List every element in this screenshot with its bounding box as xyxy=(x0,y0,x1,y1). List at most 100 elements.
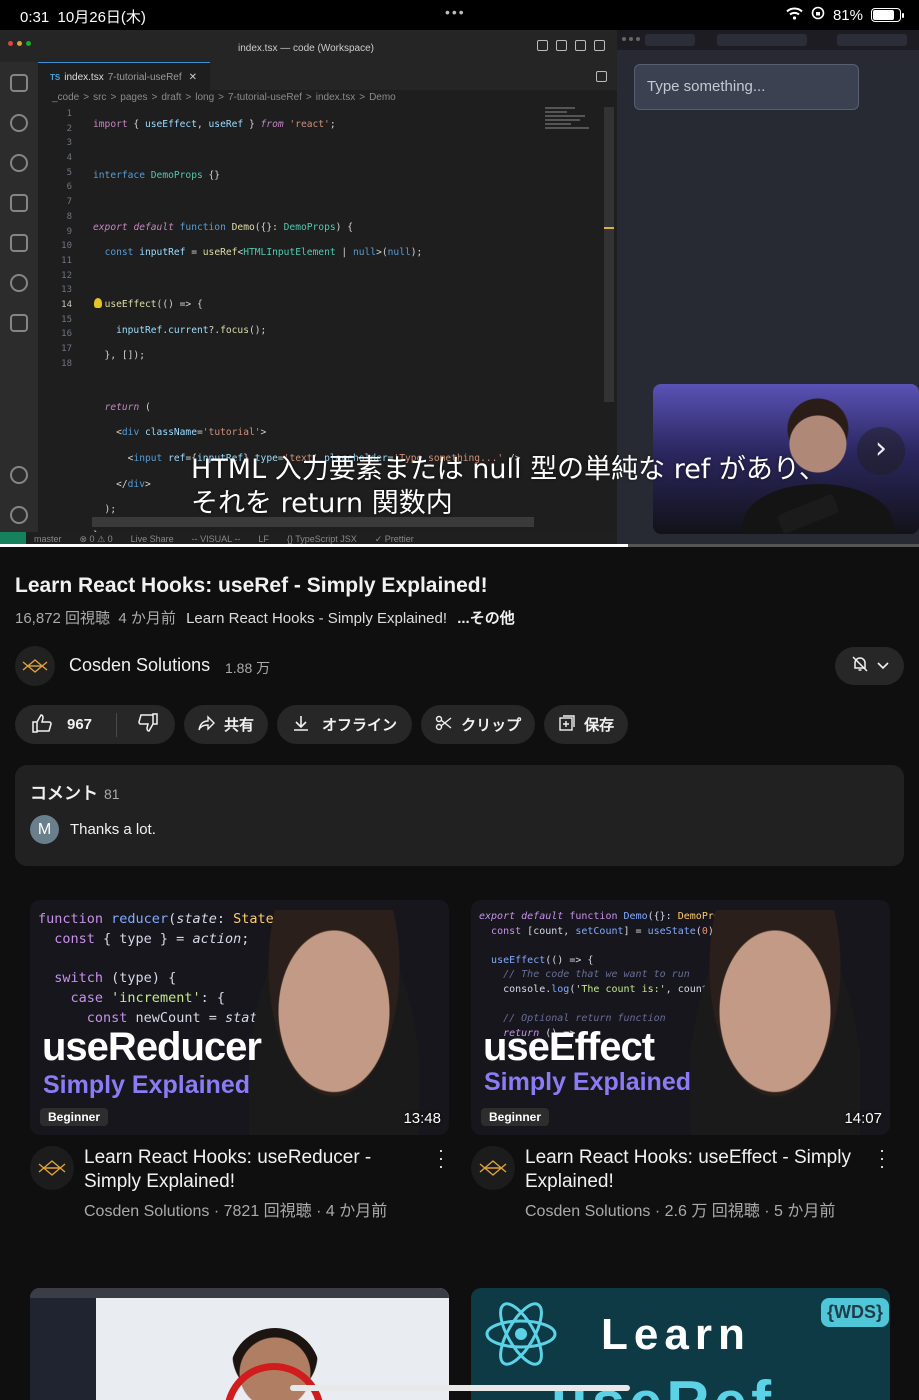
thumbnail-title: Learn xyxy=(601,1310,751,1359)
clip-button[interactable]: クリップ xyxy=(421,705,536,744)
vscode-status-item: master xyxy=(34,534,62,544)
breadcrumb-item[interactable]: pages xyxy=(120,92,147,103)
vscode-status-item: Live Share xyxy=(130,534,174,544)
line-number: 7 xyxy=(66,197,72,208)
more-link[interactable]: ...その他 xyxy=(457,610,515,627)
subscribed-notifications-button[interactable] xyxy=(835,647,904,685)
status-right: 81% xyxy=(786,6,904,24)
thumbnail-subtitle: Simply Explained xyxy=(43,1071,251,1099)
video-meta[interactable]: 16,872 回視聴 4 か月前 Learn React Hooks - Sim… xyxy=(15,607,515,628)
breadcrumb-item[interactable]: draft xyxy=(161,92,181,103)
share-icon xyxy=(198,714,216,735)
line-number: 15 xyxy=(61,314,72,325)
video-duration: 14:07 xyxy=(844,1110,882,1127)
video-subtitles: HTML 入力要素または null 型の単純な ref があり、 それを ret… xyxy=(191,454,826,519)
line-number: 6 xyxy=(66,182,72,193)
line-number: 10 xyxy=(61,241,72,252)
git-graph-icon xyxy=(10,274,28,292)
line-number: 14 xyxy=(61,299,72,310)
wifi-icon xyxy=(786,7,803,24)
share-button[interactable]: 共有 xyxy=(184,705,269,744)
line-number: 11 xyxy=(61,255,72,266)
recommended-meta: Cosden Solutions · 2.6 万 回視聴 · 5 か月前 xyxy=(525,1203,836,1220)
editor-scrollbar xyxy=(604,107,614,402)
layout-icons xyxy=(537,40,605,51)
breadcrumb-item[interactable]: long xyxy=(195,92,214,103)
line-number: 5 xyxy=(66,167,72,178)
source-control-icon xyxy=(10,154,28,172)
video-player[interactable]: index.tsx — code (Workspace) TS index.tsx… xyxy=(0,30,919,546)
channel-avatar[interactable] xyxy=(15,646,55,686)
top-comment: Thanks a lot. xyxy=(70,821,156,838)
debug-icon xyxy=(10,194,28,212)
more-options-icon[interactable]: · · · xyxy=(438,1141,444,1175)
line-number: 16 xyxy=(61,329,72,340)
breadcrumb-item[interactable]: index.tsx xyxy=(316,92,355,103)
breadcrumb-item[interactable]: Demo xyxy=(369,92,396,103)
thumbnail-subtitle: useRef xyxy=(551,1368,775,1400)
presenter-face xyxy=(690,910,860,1135)
comments-panel[interactable]: コメント 81 M Thanks a lot. xyxy=(15,765,904,866)
video-thumbnail[interactable]: export default function Demo({}: DemoPro… xyxy=(471,900,890,1135)
vscode-status-item: -- VISUAL -- xyxy=(191,534,241,544)
vscode-activity-bar xyxy=(0,62,38,532)
multitasking-dots[interactable]: ••• xyxy=(445,4,466,20)
commenter-avatar: M xyxy=(30,815,59,844)
offline-label: オフライン xyxy=(322,717,398,734)
more-options-icon[interactable]: · · · xyxy=(879,1141,885,1175)
vscode-status-item: ⊗ 0 ⚠ 0 xyxy=(79,533,113,544)
line-number: 18 xyxy=(61,358,72,369)
video-thumbnail[interactable] xyxy=(30,1288,449,1400)
save-label: 保存 xyxy=(584,717,615,734)
next-video-button[interactable]: › xyxy=(857,427,905,475)
download-offline-button[interactable]: オフライン xyxy=(277,705,413,744)
line-number: 1 xyxy=(66,109,72,119)
thumbs-down-icon[interactable] xyxy=(137,712,159,737)
breadcrumb-item[interactable]: _code xyxy=(52,92,79,103)
presenter-face xyxy=(249,910,419,1135)
progress-played xyxy=(0,544,628,547)
view-count: 16,872 回視聴 xyxy=(15,610,111,627)
video-thumbnail[interactable]: Learn {WDS} useRef xyxy=(471,1288,890,1400)
vscode-status-item: LF xyxy=(258,534,269,544)
video-progress-bar[interactable] xyxy=(0,544,919,547)
home-indicator[interactable] xyxy=(290,1385,630,1391)
browser-address-bar xyxy=(717,34,807,46)
save-button[interactable]: 保存 xyxy=(544,705,629,744)
level-badge: Beginner xyxy=(481,1108,550,1126)
browser-tab xyxy=(837,34,907,46)
line-number: 17 xyxy=(61,344,72,354)
ios-status-bar: 0:31 10月26日(木) ••• 81% xyxy=(0,0,919,30)
description-snippet: Learn React Hooks - Simply Explained! xyxy=(186,610,448,627)
line-number: 4 xyxy=(66,153,72,164)
recommended-title[interactable]: Learn React Hooks: useReducer - Simply E… xyxy=(84,1146,414,1194)
thumbnail-sidebar xyxy=(30,1288,96,1400)
video-title: Learn React Hooks: useRef - Simply Expla… xyxy=(15,574,488,597)
clip-label: クリップ xyxy=(461,717,522,734)
upload-age: 4 か月前 xyxy=(118,610,176,627)
recommended-title[interactable]: Learn React Hooks: useEffect - Simply Ex… xyxy=(525,1146,855,1194)
line-numbers: 1 2 3 4 5 6 7 8 9 10 11 12 13 14 15 16 17 18 xyxy=(38,107,76,371)
tab-index-tsx: TS index.tsx 7-tutorial-useRef ✕ xyxy=(38,62,210,90)
account-icon xyxy=(10,466,28,484)
line-number: 12 xyxy=(61,270,72,281)
breadcrumb-item[interactable]: 7-tutorial-useRef xyxy=(228,92,302,103)
scissors-icon xyxy=(435,714,453,736)
like-count[interactable]: 967 xyxy=(67,716,92,733)
rotation-lock-icon xyxy=(811,6,825,24)
channel-avatar[interactable] xyxy=(30,1146,74,1190)
vscode-breadcrumb: _code > src > pages > draft > long >7-tutorial-us… xyxy=(52,92,396,103)
thumbnail-subtitle: Simply Explained xyxy=(484,1068,692,1096)
close-icon: ✕ xyxy=(188,72,198,83)
thumbs-up-icon[interactable] xyxy=(31,713,53,737)
browser-toolbar xyxy=(617,30,919,50)
breadcrumb-item[interactable]: src xyxy=(93,92,106,103)
wds-logo: {WDS} xyxy=(821,1298,890,1327)
share-label: 共有 xyxy=(224,717,255,734)
channel-avatar[interactable] xyxy=(471,1146,515,1190)
comment-count: 81 xyxy=(104,786,120,802)
channel-name[interactable]: Cosden Solutions xyxy=(69,655,210,676)
video-thumbnail[interactable]: function reducer(state: State, act const… xyxy=(30,900,449,1135)
extensions-icon xyxy=(10,234,28,252)
line-number: 8 xyxy=(66,211,72,222)
